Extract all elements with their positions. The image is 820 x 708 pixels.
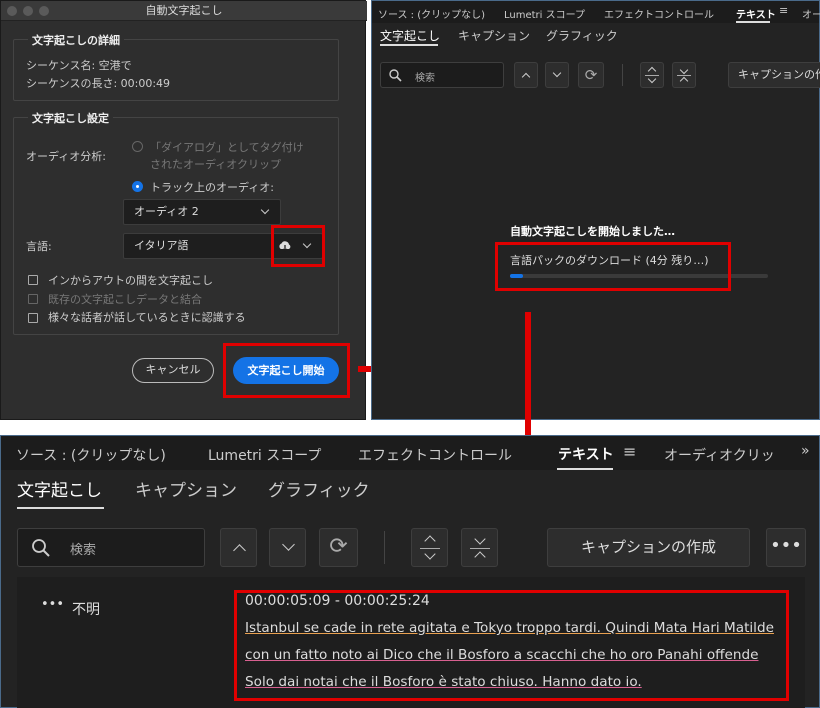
collapse-icon: [679, 65, 689, 75]
tab-lumetri[interactable]: Lumetri スコープ: [504, 6, 585, 21]
checkbox-inout[interactable]: [28, 275, 38, 285]
subtab-graphics[interactable]: グラフィック: [268, 476, 370, 501]
panel-menu-icon[interactable]: ≡: [779, 4, 788, 17]
expand-icon: [424, 535, 436, 547]
collapse-icon: [474, 533, 486, 545]
panel-menu-icon[interactable]: ≡: [623, 442, 636, 461]
track-select-value: オーディオ 2: [134, 205, 199, 218]
collapse-button[interactable]: [461, 528, 498, 567]
search-icon: [389, 69, 402, 82]
dialog-titlebar: 自動文字起こし: [1, 1, 367, 21]
subtab-graphics[interactable]: グラフィック: [546, 27, 618, 44]
tab-lumetri[interactable]: Lumetri スコープ: [208, 445, 321, 465]
chevron-up-icon: [233, 544, 246, 557]
create-captions-button[interactable]: キャプションの作: [728, 62, 820, 88]
cancel-button[interactable]: キャンセル: [132, 358, 214, 383]
sequence-name: シーケンス名: 空港で: [26, 59, 132, 72]
annotation-highlight-transcript: [234, 590, 789, 701]
checkbox-merge[interactable]: [28, 294, 38, 304]
toolbar-divider: [384, 531, 385, 564]
text-panel-bottom: ソース : (クリップなし) Lumetri スコープ エフェクトコントロール …: [0, 435, 820, 708]
sequence-length: シーケンスの長さ: 00:00:49: [26, 77, 171, 90]
radio-dialogue-label-2: されたオーディオクリップ: [150, 158, 282, 171]
tab-text-underline: [736, 21, 770, 23]
subtab-transcript[interactable]: 文字起こし: [380, 27, 440, 44]
chevron-up-icon: [521, 72, 531, 82]
audio-analysis-label: オーディオ分析:: [26, 150, 106, 163]
close-window-button[interactable]: [7, 6, 17, 16]
chevron-down-icon: [552, 68, 562, 78]
radio-track-audio[interactable]: [132, 181, 143, 192]
checkbox-speakers[interactable]: [28, 313, 38, 323]
dialog-title: 自動文字起こし: [145, 4, 223, 17]
track-select[interactable]: オーディオ 2: [123, 199, 281, 225]
tab-effect-controls[interactable]: エフェクトコントロール: [604, 6, 714, 21]
search-placeholder: 検索: [70, 543, 97, 558]
tab-audio-clip[interactable]: オー: [802, 6, 820, 21]
minimize-window-button[interactable]: [23, 6, 33, 16]
radio-dialogue[interactable]: [132, 141, 143, 152]
subtab-transcript-underline: [17, 507, 104, 509]
text-panel-top: ソース : (クリップなし) Lumetri スコープ エフェクトコントロール …: [371, 0, 820, 420]
subtab-transcript[interactable]: 文字起こし: [17, 476, 102, 501]
radio-dialogue-label-1: 「ダイアログ」としてタグ付け: [150, 141, 304, 154]
refresh-button[interactable]: ⟳: [319, 528, 358, 567]
subtab-transcript-underline: [380, 44, 438, 46]
speaker-menu-icon[interactable]: •••: [41, 597, 64, 612]
next-button[interactable]: [545, 62, 569, 88]
tab-audio-clip[interactable]: オーディオクリッ: [664, 445, 775, 465]
refresh-icon: ⟳: [584, 66, 598, 84]
chevron-down-icon: [282, 538, 295, 551]
radio-track-label: トラック上のオーディオ:: [150, 181, 274, 194]
annotation-highlight-download: [495, 242, 731, 291]
zoom-window-button[interactable]: [39, 6, 49, 16]
expand-button[interactable]: [411, 528, 448, 567]
refresh-button[interactable]: ⟳: [578, 62, 604, 88]
tab-source[interactable]: ソース : (クリップなし): [378, 6, 485, 21]
annotation-highlight-start: [223, 343, 350, 398]
next-button[interactable]: [269, 528, 306, 567]
speaker-label[interactable]: 不明: [72, 599, 100, 619]
subtab-captions[interactable]: キャプション: [135, 476, 237, 501]
create-captions-button[interactable]: キャプションの作成: [547, 528, 750, 567]
panel-tabs: ソース : (クリップなし) Lumetri スコープ エフェクトコントロール …: [1, 436, 819, 470]
chevron-down-icon: [260, 205, 270, 215]
auto-transcribe-dialog: 自動文字起こし 文字起こしの詳細 シーケンス名: 空港で シーケンスの長さ: 0…: [0, 0, 367, 420]
tab-text[interactable]: テキスト: [558, 444, 614, 464]
tab-text[interactable]: テキスト: [736, 6, 776, 21]
checkbox-speakers-label: 様々な話者が話しているときに認識する: [48, 311, 246, 324]
search-icon: [32, 539, 50, 557]
search-placeholder: 検索: [415, 73, 435, 84]
tab-effect-controls[interactable]: エフェクトコントロール: [358, 445, 512, 465]
more-options-button[interactable]: •••: [766, 528, 806, 567]
details-section: 文字起こしの詳細 シーケンス名: 空港で シーケンスの長さ: 00:00:49: [13, 32, 339, 101]
details-heading: 文字起こしの詳細: [28, 32, 124, 48]
tab-source[interactable]: ソース : (クリップなし): [16, 445, 166, 465]
search-input[interactable]: 検索: [17, 528, 205, 567]
checkbox-inout-label: インからアウトの間を文字起こし: [48, 274, 213, 287]
prev-button[interactable]: [220, 528, 257, 567]
subtab-captions[interactable]: キャプション: [458, 27, 530, 44]
annotation-highlight-cloud: [271, 225, 325, 267]
language-label: 言語:: [26, 240, 52, 253]
prev-button[interactable]: [514, 62, 538, 88]
search-input[interactable]: 検索: [380, 62, 504, 88]
settings-heading: 文字起こし設定: [28, 110, 113, 126]
status-text: 自動文字起こしを開始しました…: [510, 225, 675, 238]
toolbar-divider: [622, 64, 623, 86]
more-tabs-icon[interactable]: »: [801, 443, 810, 459]
collapse-button[interactable]: [672, 62, 696, 88]
tab-text-underline: [557, 468, 613, 470]
language-select-value: イタリア語: [134, 239, 189, 252]
refresh-icon: ⟳: [329, 534, 348, 559]
checkbox-merge-label: 既存の文字起こしデータと結合: [48, 293, 202, 306]
expand-button[interactable]: [640, 62, 664, 88]
panel-tabs: ソース : (クリップなし) Lumetri スコープ エフェクトコントロール …: [372, 1, 820, 23]
more-icon: •••: [770, 535, 802, 556]
